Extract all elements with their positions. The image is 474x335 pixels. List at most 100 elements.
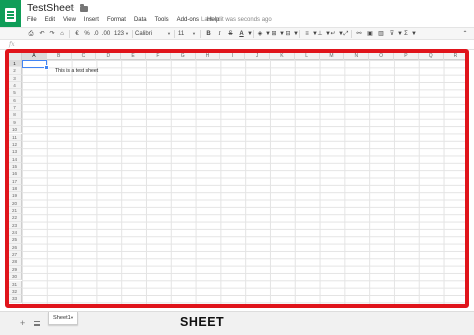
menu-view[interactable]: View	[59, 15, 80, 25]
row-header[interactable]: 13	[8, 148, 22, 156]
chevron-down-icon[interactable]: ▼	[293, 30, 299, 38]
row-header[interactable]: 31	[8, 280, 22, 288]
insert-comment-icon[interactable]: ▣	[366, 30, 374, 38]
column-header[interactable]: D	[96, 52, 122, 60]
chevron-down-icon[interactable]: ▼	[247, 30, 253, 38]
text-color-button[interactable]: A	[237, 30, 246, 38]
row-header[interactable]: 18	[8, 184, 22, 193]
row-header[interactable]: 10	[8, 126, 22, 134]
column-header[interactable]: G	[171, 52, 196, 60]
row-header[interactable]: 9	[8, 118, 22, 127]
row-header[interactable]: 23	[8, 221, 22, 230]
insert-chart-icon[interactable]: ▥	[377, 30, 385, 38]
cell-b2[interactable]: This is a test sheet	[55, 67, 98, 75]
row-header[interactable]: 7	[8, 104, 22, 112]
folder-icon[interactable]	[80, 4, 88, 12]
row-header[interactable]: 11	[8, 133, 22, 141]
row-header[interactable]: 33	[8, 295, 22, 303]
row-header[interactable]: 27	[8, 251, 22, 259]
row-header[interactable]: 16	[8, 170, 22, 178]
italic-button[interactable]: I	[216, 30, 223, 38]
text-wrapping-icon[interactable]: ↵	[329, 30, 337, 38]
row-header[interactable]: 1	[8, 60, 22, 68]
column-header[interactable]: J	[245, 52, 270, 60]
row-header[interactable]: 2	[8, 67, 22, 75]
menu-edit[interactable]: Edit	[41, 15, 59, 25]
star-icon[interactable]: ☆	[67, 3, 75, 14]
fill-color-icon[interactable]: ◈	[256, 30, 264, 38]
column-header[interactable]: E	[121, 52, 146, 60]
column-header[interactable]: Q	[419, 52, 444, 60]
row-header[interactable]: 22	[8, 214, 22, 222]
all-sheets-menu-icon[interactable]	[34, 321, 40, 326]
row-header[interactable]: 15	[8, 162, 22, 171]
undo-icon[interactable]: ↶	[38, 30, 46, 38]
row-header[interactable]: 4	[8, 82, 22, 90]
column-header[interactable]: K	[270, 52, 295, 60]
column-header[interactable]: L	[295, 52, 320, 60]
decrease-decimals-button[interactable]: .0	[92, 30, 100, 38]
row-header[interactable]: 32	[8, 287, 22, 296]
column-header[interactable]: B	[47, 52, 72, 60]
more-formats-button[interactable]: 123▼	[114, 30, 130, 38]
column-header[interactable]: C	[72, 52, 97, 60]
menu-format[interactable]: Format	[103, 15, 130, 25]
percent-format-button[interactable]: %	[83, 30, 91, 38]
column-header[interactable]: H	[196, 52, 221, 60]
menu-tools[interactable]: Tools	[151, 15, 173, 25]
row-header[interactable]: 6	[8, 96, 22, 105]
column-header[interactable]: R	[444, 52, 466, 60]
row-header[interactable]: 26	[8, 243, 22, 252]
add-sheet-button[interactable]: +	[20, 318, 25, 328]
row-header[interactable]: 19	[8, 192, 22, 200]
bold-button[interactable]: B	[205, 30, 212, 38]
chevron-down-icon[interactable]: ▼	[397, 30, 403, 38]
horizontal-align-icon[interactable]: ≡	[303, 30, 311, 38]
paint-format-icon[interactable]: ⌂	[58, 30, 66, 38]
sheet-tab[interactable]: Sheet1 ▼	[48, 312, 78, 325]
font-size-select[interactable]: 11 ▼	[178, 30, 196, 38]
column-header[interactable]: N	[344, 52, 370, 60]
menu-insert[interactable]: Insert	[80, 15, 103, 25]
select-all-corner[interactable]	[8, 52, 22, 60]
chevron-down-icon[interactable]: ▼	[411, 30, 417, 38]
row-header[interactable]: 24	[8, 229, 22, 237]
increase-decimals-button[interactable]: .00	[101, 30, 111, 38]
row-header[interactable]: 21	[8, 207, 22, 215]
row-header[interactable]: 17	[8, 177, 22, 185]
column-header[interactable]: O	[369, 52, 394, 60]
functions-icon[interactable]: Σ	[402, 30, 410, 38]
redo-icon[interactable]: ↷	[48, 30, 56, 38]
formula-input[interactable]	[22, 41, 462, 49]
row-header[interactable]: 14	[8, 155, 22, 163]
chevron-down-icon[interactable]: ▼	[279, 30, 285, 38]
insert-link-icon[interactable]: ⚯	[355, 30, 363, 38]
row-header[interactable]: 30	[8, 273, 22, 281]
row-header[interactable]: 3	[8, 74, 22, 83]
row-header[interactable]: 8	[8, 111, 22, 119]
row-header[interactable]: 12	[8, 140, 22, 149]
menu-addons[interactable]: Add-ons	[173, 15, 203, 25]
filter-icon[interactable]: ⊽	[388, 30, 396, 38]
menu-data[interactable]: Data	[130, 15, 151, 25]
cell-area[interactable]	[22, 60, 466, 304]
chevron-down-icon[interactable]: ▼	[265, 30, 271, 38]
menu-file[interactable]: File	[23, 15, 41, 25]
column-header[interactable]: F	[146, 52, 171, 60]
strikethrough-button[interactable]: S	[227, 30, 234, 38]
column-header[interactable]: A	[22, 52, 47, 60]
row-header[interactable]: 28	[8, 258, 22, 266]
print-icon[interactable]: ⎙	[27, 30, 35, 38]
spreadsheet-grid[interactable]: ABCDEFGHIJKLMNOPQR 1 2 3 4 5 6 7 8 9 10 11 12 13 14 15…	[8, 52, 466, 304]
column-header[interactable]: M	[320, 52, 345, 60]
selected-cell-a1[interactable]	[22, 60, 49, 70]
currency-format-button[interactable]: €	[73, 30, 81, 38]
borders-icon[interactable]: ⊞	[270, 30, 278, 38]
row-header[interactable]: 29	[8, 265, 22, 274]
merge-cells-icon[interactable]: ⊟	[284, 30, 292, 38]
text-rotation-icon[interactable]: ⤢	[342, 30, 350, 38]
collapse-toolbar-icon[interactable]: ⌃	[461, 30, 469, 38]
vertical-align-icon[interactable]: ⊥	[316, 30, 324, 38]
chevron-down-icon[interactable]: ▼	[70, 312, 74, 324]
last-edit-status[interactable]: Last edit was seconds ago	[201, 15, 272, 25]
